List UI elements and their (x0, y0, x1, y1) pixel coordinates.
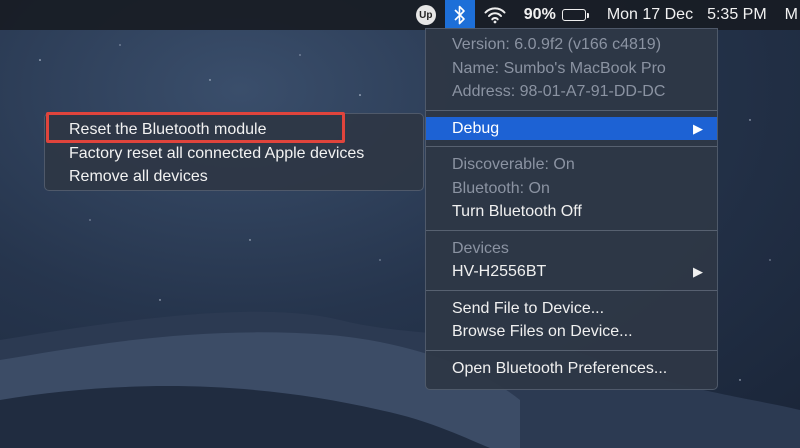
bluetooth-status: Bluetooth: On (452, 179, 550, 197)
menu-item-factory-reset[interactable]: Factory reset all connected Apple device… (45, 142, 423, 166)
battery-menu-extra[interactable]: 90% (515, 0, 598, 30)
menu-item-device[interactable]: HV-H2556BT ▶ (426, 260, 717, 284)
device-name: HV-H2556BT (452, 263, 547, 280)
clock[interactable]: Mon 17 Dec 5:35 PM (598, 0, 776, 30)
menu-bar: Up 90% Mon 17 Dec 5:35 PM M (0, 0, 800, 30)
bluetooth-version: Version: 6.0.9f2 (v166 c4819) (452, 36, 662, 53)
battery-icon (561, 9, 589, 21)
menu-item-remove-all-devices[interactable]: Remove all devices (45, 165, 423, 189)
wifi-menu-extra[interactable] (475, 0, 515, 30)
wifi-icon (484, 7, 506, 24)
clock-date: Mon 17 Dec (606, 6, 694, 23)
clock-time: 5:35 PM (707, 6, 767, 23)
menu-item-send-file[interactable]: Send File to Device... (426, 297, 717, 321)
submenu-arrow-icon: ▶ (693, 120, 703, 136)
bluetooth-icon (454, 5, 465, 25)
devices-header: Devices (452, 239, 509, 257)
menu-separator (426, 349, 717, 351)
menu-separator (426, 109, 717, 111)
menu-item-turn-bluetooth-off[interactable]: Turn Bluetooth Off (426, 200, 717, 224)
menu-item-reset-bluetooth-module[interactable]: Reset the Bluetooth module (45, 118, 423, 142)
submenu-arrow-icon: ▶ (693, 264, 703, 279)
bluetooth-name: Name: Sumbo's MacBook Pro (452, 59, 666, 77)
menu-separator (426, 229, 717, 231)
menu-separator (426, 146, 717, 147)
bluetooth-menu-extra[interactable] (444, 0, 475, 30)
menu-item-open-preferences[interactable]: Open Bluetooth Preferences... (426, 357, 717, 381)
menu-item-debug[interactable]: Debug ▶ (426, 116, 717, 140)
discoverable-status: Discoverable: On (452, 156, 575, 173)
bluetooth-address: Address: 98-01-A7-91-DD-DC (452, 83, 666, 100)
menubar-trailing-item[interactable]: M (776, 0, 798, 30)
battery-percent: 90% (523, 6, 556, 23)
menu-separator (426, 289, 717, 291)
up-app-icon: Up (415, 5, 436, 25)
menubar-trailing-letter: M (784, 6, 798, 23)
menu-item-debug-label: Debug (452, 119, 500, 137)
debug-submenu: Reset the Bluetooth module Factory reset… (44, 113, 424, 191)
bluetooth-dropdown-menu: Version: 6.0.9f2 (v166 c4819) Name: Sumb… (425, 28, 718, 390)
up-app-menu[interactable]: Up (407, 0, 445, 30)
menu-item-browse-files[interactable]: Browse Files on Device... (426, 320, 717, 344)
